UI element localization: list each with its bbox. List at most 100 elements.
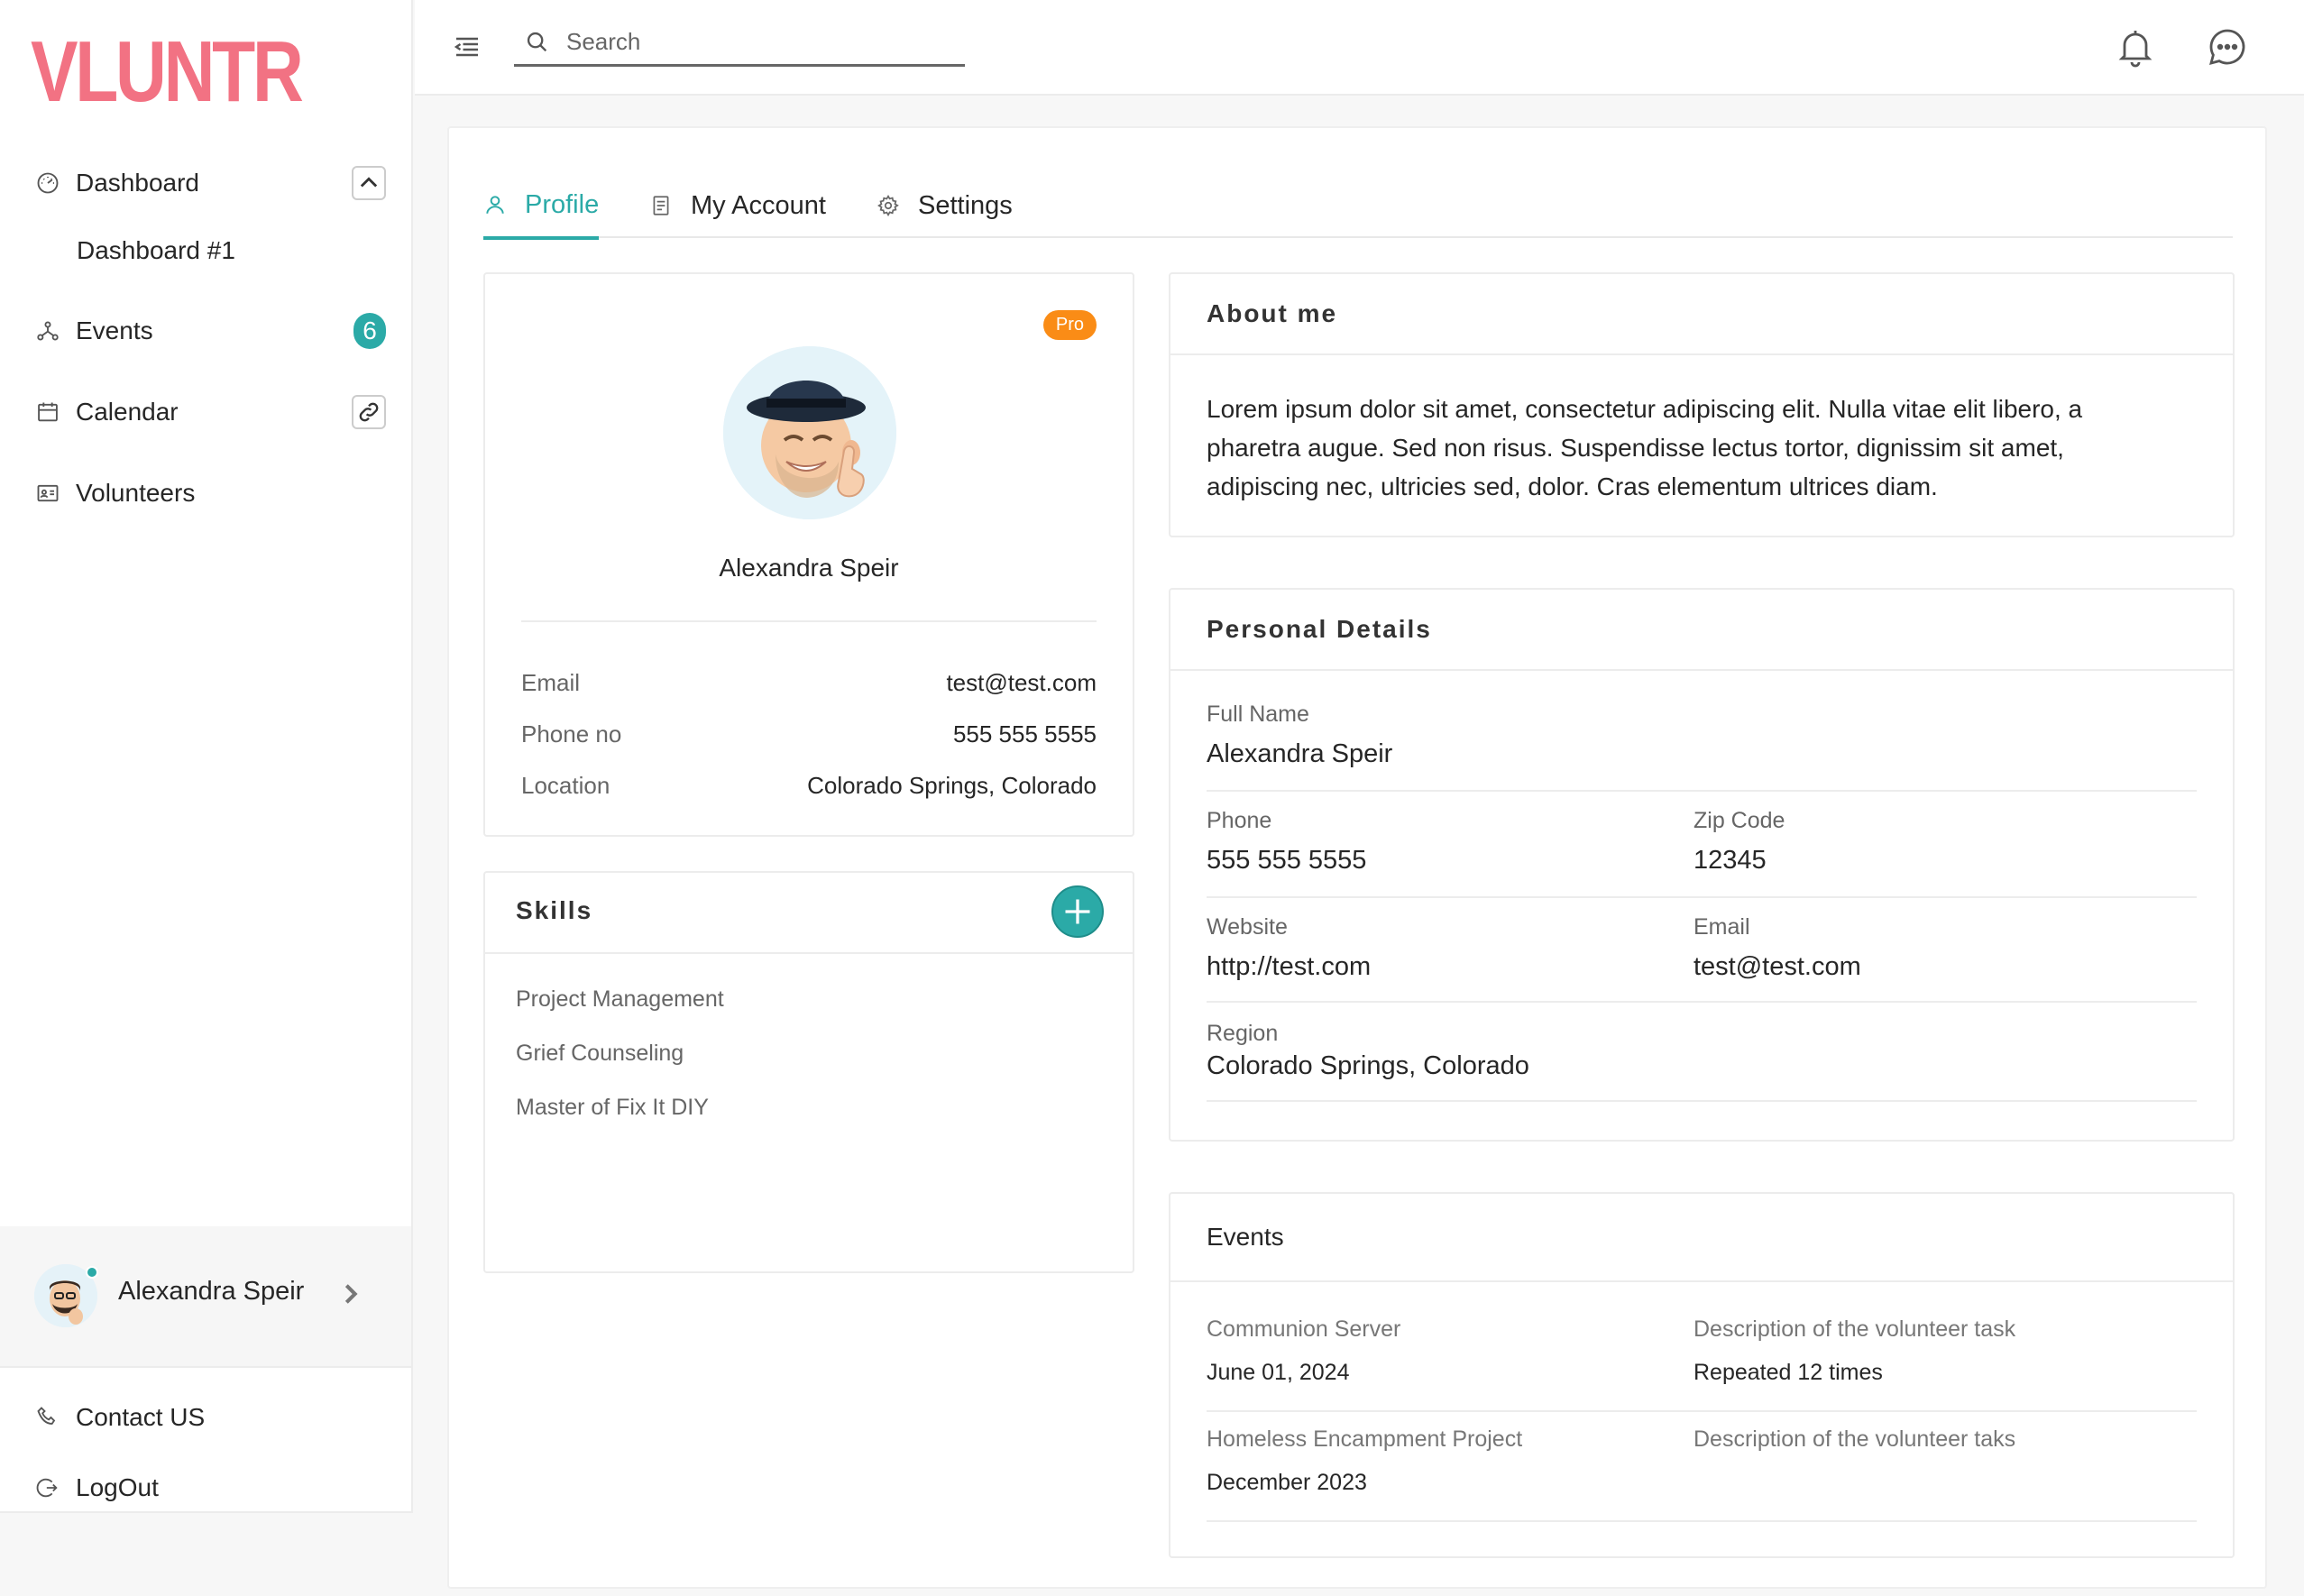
skill-item: Grief Counseling — [516, 1041, 684, 1066]
sidebar-item-volunteers[interactable]: Volunteers — [32, 478, 195, 509]
skill-item: Project Management — [516, 986, 724, 1012]
bell-icon[interactable] — [2114, 25, 2157, 69]
user-profile-card[interactable]: Alexandra Speir — [0, 1226, 411, 1366]
user-name: Alexandra Speir — [118, 1277, 305, 1306]
document-icon — [653, 196, 669, 216]
profile-name: Alexandra Speir — [719, 554, 899, 582]
divider — [1207, 790, 2197, 792]
link-icon[interactable] — [352, 395, 386, 429]
bottom-links: Contact US LogOut — [0, 1366, 411, 1513]
sidebar-item-label: Calendar — [76, 398, 179, 426]
search-icon — [527, 32, 547, 51]
website-label: Website — [1207, 914, 1288, 940]
events-card: Events Communion Server June 01, 2024 De… — [1169, 1192, 2235, 1558]
location-value: Colorado Springs, Colorado — [807, 772, 1097, 799]
event-date: December 2023 — [1207, 1470, 1367, 1495]
chevron-up-icon[interactable] — [352, 166, 386, 200]
tab-label: Settings — [918, 190, 1013, 220]
skills-title: Skills — [516, 896, 593, 924]
event-detail: Repeated 12 times — [1694, 1360, 1883, 1385]
logout-icon — [32, 1472, 63, 1503]
region-value: Colorado Springs, Colorado — [1207, 1051, 1529, 1080]
divider — [1207, 1520, 2197, 1522]
event-description: Description of the volunteer task — [1694, 1316, 2016, 1342]
full-name-label: Full Name — [1207, 702, 1309, 727]
user-icon — [486, 196, 504, 214]
zip-code-value: 12345 — [1694, 846, 1767, 875]
logout-link[interactable]: LogOut — [32, 1472, 159, 1503]
plus-icon — [1065, 899, 1090, 924]
add-skill-button[interactable] — [1051, 885, 1104, 938]
pro-badge: Pro — [1042, 310, 1097, 340]
sidebar-item-label: Events — [76, 316, 153, 344]
chat-icon[interactable] — [2206, 25, 2249, 69]
network-nodes-icon — [32, 316, 63, 346]
divider — [1170, 353, 2233, 355]
main-content: Profile My Account Settings Pro Alexandr… — [447, 126, 2267, 1589]
region-label: Region — [1207, 1021, 1279, 1046]
dashboard-gauge-icon — [32, 168, 63, 198]
sidebar-item-events[interactable]: Events 6 — [32, 313, 386, 349]
search-input[interactable] — [566, 28, 927, 56]
search-bar[interactable] — [514, 20, 965, 67]
phone-value: 555 555 5555 — [952, 720, 1097, 748]
profile-email-row: Email test@test.com — [521, 669, 1097, 697]
top-bar — [415, 0, 2304, 96]
tab-profile[interactable]: Profile — [483, 173, 600, 240]
sidebar-subitem-dashboard-1[interactable]: Dashboard #1 — [77, 236, 235, 265]
phone-label: Phone — [1207, 808, 1272, 833]
event-name: Communion Server — [1207, 1316, 1401, 1342]
email-value: test@test.com — [946, 669, 1097, 696]
event-name: Homeless Encampment Project — [1207, 1426, 1523, 1452]
phone-label: Phone no — [521, 720, 622, 748]
profile-location-row: Location Colorado Springs, Colorado — [521, 772, 1097, 800]
events-count-badge: 6 — [353, 313, 386, 349]
calendar-icon — [32, 397, 63, 427]
online-status-dot — [86, 1266, 98, 1279]
location-label: Location — [521, 772, 610, 799]
sidebar: VLUNTR Dashboard Dashboard #1 Events 6 C… — [0, 0, 413, 1513]
about-card: About me Lorem ipsum dolor sit amet, con… — [1169, 272, 2235, 537]
divider — [1207, 1001, 2197, 1003]
tab-my-account[interactable]: My Account — [649, 173, 826, 238]
logout-label: LogOut — [76, 1473, 159, 1501]
chevron-right-icon[interactable] — [338, 1279, 363, 1314]
profile-tabs: Profile My Account Settings — [483, 173, 2233, 240]
contact-us-label: Contact US — [76, 1403, 206, 1431]
phone-value: 555 555 5555 — [1207, 846, 1367, 875]
about-title: About me — [1207, 299, 1338, 327]
full-name-value: Alexandra Speir — [1207, 739, 1393, 768]
divider — [485, 952, 1133, 954]
zip-code-label: Zip Code — [1694, 808, 1785, 833]
email-label: Email — [521, 669, 581, 696]
tab-label: Profile — [525, 189, 600, 219]
contact-us-link[interactable]: Contact US — [32, 1402, 205, 1433]
sidebar-item-label: Dashboard — [76, 169, 199, 197]
profile-avatar — [723, 346, 896, 519]
app-logo[interactable]: VLUNTR — [31, 29, 304, 115]
menu-collapse-icon[interactable] — [451, 31, 483, 63]
gear-icon — [877, 195, 899, 217]
skills-card: Skills Project Management Grief Counseli… — [483, 871, 1134, 1273]
website-value[interactable]: http://test.com — [1207, 952, 1371, 982]
divider — [1170, 1280, 2233, 1282]
sidebar-item-dashboard[interactable]: Dashboard — [32, 166, 386, 200]
sidebar-item-calendar[interactable]: Calendar — [32, 395, 386, 429]
tab-settings[interactable]: Settings — [877, 173, 1013, 238]
email-value[interactable]: test@test.com — [1694, 952, 1861, 982]
events-title: Events — [1207, 1223, 1284, 1251]
phone-icon — [32, 1402, 63, 1433]
profile-phone-row: Phone no 555 555 5555 — [521, 720, 1097, 748]
event-date: June 01, 2024 — [1207, 1360, 1350, 1385]
personal-details-card: Personal Details Full Name Alexandra Spe… — [1169, 588, 2235, 1142]
divider — [1207, 1410, 2197, 1412]
sidebar-item-label: Volunteers — [76, 479, 196, 507]
divider — [1207, 1100, 2197, 1102]
divider — [1170, 669, 2233, 671]
event-description: Description of the volunteer taks — [1694, 1426, 2016, 1452]
divider — [1207, 896, 2197, 898]
tab-label: My Account — [691, 190, 826, 220]
personal-details-title: Personal Details — [1207, 615, 1432, 643]
divider — [521, 620, 1097, 622]
about-text: Lorem ipsum dolor sit amet, consectetur … — [1207, 395, 2083, 500]
